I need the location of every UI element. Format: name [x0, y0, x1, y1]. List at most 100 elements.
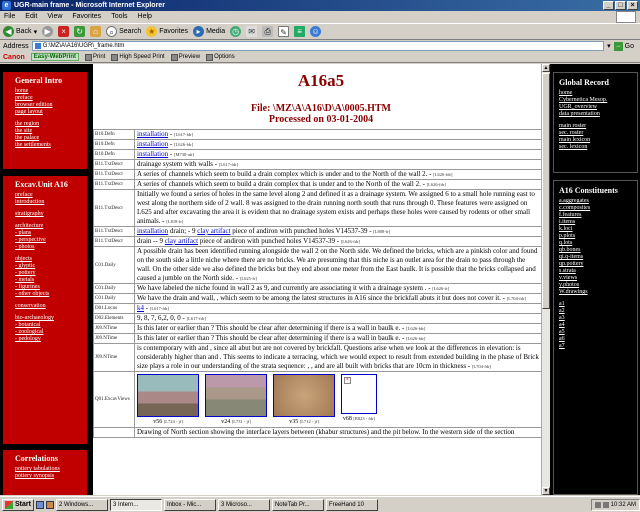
excav-link[interactable]: - plans	[15, 230, 87, 237]
stop-button[interactable]: ×	[58, 26, 70, 37]
record-link[interactable]: k4	[137, 304, 144, 312]
thumbnail[interactable]: v35 [L712 - jf]	[273, 374, 335, 427]
locus-link[interactable]: a1	[559, 301, 637, 308]
edit-button[interactable]: ✎	[278, 26, 290, 37]
intro-link[interactable]: the site	[15, 128, 87, 135]
excav-link[interactable]: conservation	[15, 303, 87, 310]
home-button[interactable]: ⌂	[90, 26, 102, 37]
constituent-link[interactable]: f.features	[559, 212, 637, 219]
forward-button[interactable]: ▶	[42, 26, 54, 37]
excav-link[interactable]: architecture	[15, 223, 87, 230]
excav-link[interactable]: - photos	[15, 244, 87, 251]
constituent-link[interactable]: s.strata	[559, 268, 637, 275]
record-link[interactable]: clay artifact	[165, 237, 198, 245]
favorites-button[interactable]: ★ Favorites	[146, 26, 188, 37]
taskbar-button[interactable]: FreeHand 10	[325, 498, 378, 511]
back-button[interactable]: ◀ Back ▾	[3, 26, 37, 37]
thumbnail[interactable]: × v68 [R823 - fdr]	[341, 374, 377, 427]
network-icon[interactable]	[602, 501, 609, 508]
intro-link[interactable]: browser edition	[15, 102, 87, 109]
thumbnail-image[interactable]	[273, 374, 335, 417]
global-record-link[interactable]: home	[559, 90, 637, 97]
excav-link[interactable]: stratigraphy	[15, 211, 87, 218]
constituent-link[interactable]: k.loci	[559, 226, 637, 233]
excav-link[interactable]: - perspective	[15, 237, 87, 244]
close-button[interactable]: ×	[627, 1, 638, 10]
scroll-thumb[interactable]	[542, 73, 550, 309]
intro-link[interactable]: home	[15, 88, 87, 95]
taskbar-button[interactable]: 3 Intern...	[109, 498, 162, 511]
taskbar-button[interactable]: NoteTab Pr...	[271, 498, 324, 511]
global-record-link[interactable]: sec. roster	[559, 130, 637, 137]
excav-link[interactable]: - botanical	[15, 322, 87, 329]
mail-button[interactable]: ✉	[246, 26, 258, 37]
media-button[interactable]: ▸ Media	[193, 26, 225, 37]
taskbar-button[interactable]: 2 Windows...	[55, 498, 108, 511]
locus-link[interactable]: a7	[559, 343, 637, 350]
ewp-options-button[interactable]: Options	[206, 53, 235, 61]
menu-favorites[interactable]: Favorites	[72, 11, 101, 23]
record-link[interactable]: clay artifact	[197, 227, 230, 235]
menu-view[interactable]: View	[47, 11, 62, 23]
locus-link[interactable]: a6	[559, 336, 637, 343]
constituent-link[interactable]: qi.q-items	[559, 254, 637, 261]
menu-tools[interactable]: Tools	[111, 11, 127, 23]
correlations-link[interactable]: pottery tabulations	[15, 466, 87, 473]
excav-link[interactable]: objects	[15, 256, 87, 263]
intro-link[interactable]: the region	[15, 121, 87, 128]
print-button[interactable]: ⎙	[262, 26, 274, 37]
locus-link[interactable]: a2	[559, 308, 637, 315]
thumbnail-image[interactable]	[205, 374, 267, 417]
thumbnail-image[interactable]: ×	[341, 374, 377, 414]
locus-link[interactable]: a5	[559, 329, 637, 336]
excav-link[interactable]: - metals	[15, 277, 87, 284]
constituent-link[interactable]: qp.pottery	[559, 261, 637, 268]
discuss-button[interactable]: ≡	[294, 26, 306, 37]
history-button[interactable]: ◷	[230, 26, 242, 37]
constituent-link[interactable]: v.views	[559, 275, 637, 282]
start-button[interactable]: Start	[2, 498, 34, 511]
constituent-link[interactable]: y.photos	[559, 282, 637, 289]
global-record-link[interactable]: Cybernetica Mesop.	[559, 97, 637, 104]
quicklaunch-desktop-icon[interactable]	[45, 500, 54, 509]
excav-link[interactable]: - pedology	[15, 336, 87, 343]
ewp-preview-button[interactable]: Preview	[170, 53, 200, 61]
excav-link[interactable]: - zoological	[15, 329, 87, 336]
intro-link[interactable]: page layout	[15, 109, 87, 116]
scroll-up-icon[interactable]: ▲	[542, 64, 550, 72]
global-record-link[interactable]: main lexicon	[559, 137, 637, 144]
refresh-button[interactable]: ↻	[74, 26, 86, 37]
correlations-link[interactable]: pottery synopsis	[15, 473, 87, 480]
quicklaunch-ie-icon[interactable]	[35, 500, 44, 509]
intro-link[interactable]: preface	[15, 95, 87, 102]
record-link[interactable]: installation	[137, 140, 168, 148]
locus-link[interactable]: a3	[559, 315, 637, 322]
ewp-print-button[interactable]: Print	[85, 53, 105, 61]
record-link[interactable]: installation	[137, 130, 168, 138]
intro-link[interactable]: the palace	[15, 135, 87, 142]
ewp-high-speed-print-button[interactable]: High Speed Print	[111, 53, 165, 61]
thumbnail[interactable]: v24 [L731 - jf]	[205, 374, 267, 427]
constituent-link[interactable]: i.items	[559, 219, 637, 226]
record-link[interactable]: installation	[137, 227, 168, 235]
go-button[interactable]: → Go	[613, 41, 634, 51]
global-record-link[interactable]: data presentation	[559, 111, 637, 118]
excav-link[interactable]: preface	[15, 192, 87, 199]
scroll-down-icon[interactable]: ▼	[542, 487, 550, 495]
volume-icon[interactable]	[594, 501, 601, 508]
excav-link[interactable]: - other objects	[15, 291, 87, 298]
constituent-link[interactable]: q.lots	[559, 240, 637, 247]
constituent-link[interactable]: c.composites	[559, 205, 637, 212]
excav-link[interactable]: - figurines	[15, 284, 87, 291]
address-input[interactable]: G:\MZ\A\A16\UGR\_frame.htm	[31, 41, 605, 51]
easy-webprint-menu[interactable]: Easy-WebPrint	[30, 53, 80, 61]
constituent-link[interactable]: W.drawings	[559, 289, 637, 296]
global-record-link[interactable]: sec. lexicon	[559, 144, 637, 151]
global-record-link[interactable]: main roster	[559, 123, 637, 130]
address-dropdown-icon[interactable]: ▾	[607, 42, 611, 50]
menu-file[interactable]: File	[4, 11, 15, 23]
main-scrollbar[interactable]: ▲ ▼	[541, 64, 550, 495]
taskbar-button[interactable]: 3 Microso...	[217, 498, 270, 511]
excav-link[interactable]: bio-archaeology	[15, 315, 87, 322]
excav-link[interactable]: introduction	[15, 199, 87, 206]
